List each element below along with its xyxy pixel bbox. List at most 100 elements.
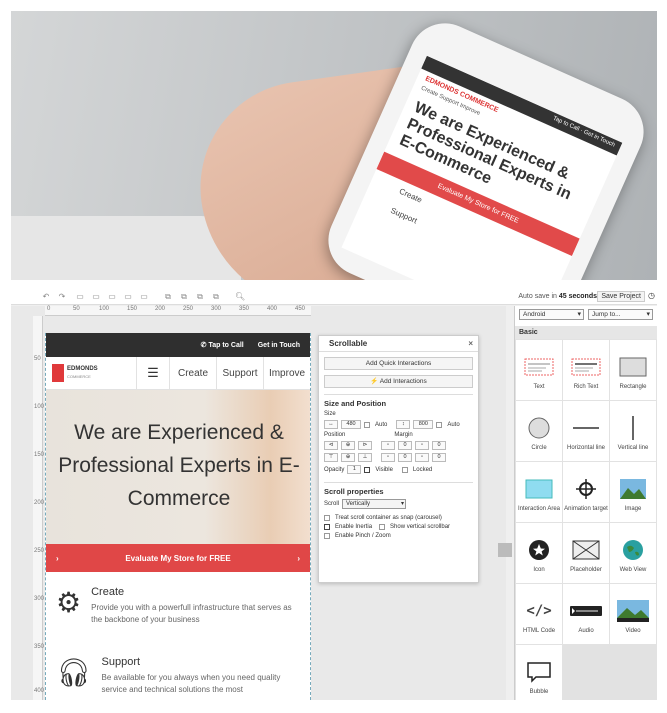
device-select[interactable]: Android	[519, 309, 584, 320]
component-interaction-area[interactable]: Interaction Area	[516, 462, 562, 522]
margin-top-input[interactable]: 0	[398, 441, 412, 450]
align-right-icon[interactable]: ⊳	[358, 441, 372, 450]
component-vertical-line[interactable]: Vertical line	[610, 401, 656, 461]
align-top-icon[interactable]: ⊤	[324, 453, 338, 462]
component-placeholder[interactable]: Placeholder	[563, 523, 609, 583]
component-rectangle[interactable]: Rectangle	[610, 340, 656, 400]
component-audio[interactable]: Audio	[563, 584, 609, 644]
add-quick-interactions-button[interactable]: Add Quick Interactions	[324, 357, 473, 370]
size-row: ↔ 480 Auto ↕ 800 Auto	[324, 420, 473, 429]
zoom-icon[interactable]: 🔍︎	[235, 292, 245, 302]
inertia-row: Enable Inertia Show vertical scrollbar	[324, 524, 473, 530]
size-position-heading: Size and Position	[324, 394, 473, 408]
nav-support[interactable]: Support	[217, 356, 264, 390]
opacity-input[interactable]: 1	[347, 465, 362, 474]
width-input[interactable]: 480	[341, 420, 361, 429]
tap-to-call-link[interactable]: ✆ Tap to Call	[201, 341, 244, 349]
panel-toggle-handle[interactable]	[498, 543, 512, 557]
history-icon[interactable]: ◷	[648, 291, 655, 300]
scroll-properties-heading: Scroll properties	[324, 482, 473, 496]
component-image[interactable]: Image	[610, 462, 656, 522]
text-icon	[524, 350, 554, 384]
component-label: Audio	[578, 627, 594, 634]
device-preview[interactable]: ✆ Tap to Call Get in Touch EDMONDS COMMER…	[45, 333, 311, 700]
visible-checkbox[interactable]	[364, 466, 371, 473]
component-icon[interactable]: Icon	[516, 523, 562, 583]
placeholder-icon	[572, 533, 600, 567]
group-icon[interactable]: ⧉	[163, 292, 173, 302]
hero-headline: We are Experienced & Professional Expert…	[58, 421, 300, 510]
component-animation-target[interactable]: Animation target	[563, 462, 609, 522]
site-hero: We are Experienced & Professional Expert…	[46, 390, 310, 544]
ruler-tick: 150	[127, 306, 138, 312]
show-scrollbar-checkbox[interactable]	[379, 524, 386, 530]
margin-right-input[interactable]: 0	[432, 441, 446, 450]
scroll-direction-select[interactable]: Vertically	[342, 499, 407, 509]
group-icon[interactable]: ⧉	[195, 292, 205, 302]
scroll-label: Scroll	[324, 501, 340, 507]
component-circle[interactable]: Circle	[516, 401, 562, 461]
locked-checkbox[interactable]	[401, 466, 408, 473]
component-label: Icon	[533, 566, 545, 573]
align-left-icon[interactable]: ⊲	[324, 441, 338, 450]
horizontal-line-icon	[572, 411, 600, 445]
component-bubble[interactable]: Bubble	[516, 645, 562, 700]
inertia-checkbox[interactable]	[324, 524, 330, 530]
ruler-tick: 100	[99, 306, 110, 312]
component-rich-text[interactable]: Rich Text	[563, 340, 609, 400]
site-logo[interactable]: EDMONDS COMMERCE	[52, 361, 124, 385]
editor-toolbar: ↶ ↷ ▭ ▭ ▭ ▭ ▭ ⧉ ⧉ ⧉ ⧉ 🔍︎ Auto save in 45…	[11, 289, 657, 305]
component-horizontal-line[interactable]: Horizontal line	[563, 401, 609, 461]
margin-bottom-input[interactable]: 0	[398, 453, 412, 462]
group-icon[interactable]: ⧉	[211, 292, 221, 302]
save-project-button[interactable]: Save Project	[597, 291, 645, 302]
auto-width-checkbox[interactable]	[364, 421, 370, 428]
ruler-tick: 400	[34, 688, 45, 694]
align-middle-icon[interactable]: ⊕	[341, 453, 355, 462]
component-html-code[interactable]: </> HTML Code	[516, 584, 562, 644]
undo-icon[interactable]: ↶	[41, 292, 51, 302]
nav-improve[interactable]: Improve	[264, 357, 310, 390]
auto-label: Auto	[447, 421, 460, 428]
auto-height-checkbox[interactable]	[436, 421, 443, 428]
component-text[interactable]: Text	[516, 340, 562, 400]
component-video[interactable]: Video	[610, 584, 656, 644]
feature-description: Provide you with a powerfull infrastruct…	[91, 603, 292, 624]
component-label: Placeholder	[570, 566, 602, 573]
nav-create[interactable]: Create	[170, 356, 217, 390]
circle-icon	[527, 411, 551, 445]
component-label: Rich Text	[573, 383, 599, 390]
align-center-icon[interactable]: ⊕	[341, 441, 355, 450]
align-icon[interactable]: ▭	[75, 292, 85, 302]
hamburger-menu-icon[interactable]: ☰	[136, 356, 170, 390]
jump-to-select[interactable]: Jump to...	[588, 309, 653, 320]
align-icon[interactable]: ▭	[107, 292, 117, 302]
group-icon[interactable]: ⧉	[179, 292, 189, 302]
add-interactions-button[interactable]: ⚡ Add Interactions	[324, 375, 473, 388]
ruler-tick: 50	[73, 306, 80, 312]
evaluate-store-button[interactable]: › Evaluate My Store for FREE ›	[46, 544, 310, 572]
component-label: Web View	[619, 566, 647, 573]
snap-row: Treat scroll container as snap (carousel…	[324, 515, 473, 521]
component-web-view[interactable]: Web View	[610, 523, 656, 583]
close-icon[interactable]: ×	[468, 339, 473, 348]
logo-text: EDMONDS COMMERCE	[67, 366, 98, 379]
align-icon[interactable]: ▭	[123, 292, 133, 302]
pinch-checkbox[interactable]	[324, 533, 330, 539]
get-in-touch-link[interactable]: Get in Touch	[258, 342, 300, 349]
component-label: Text	[533, 383, 545, 390]
redo-icon[interactable]: ↷	[57, 292, 67, 302]
snap-checkbox[interactable]	[324, 515, 330, 521]
interaction-area-icon	[525, 472, 553, 506]
align-icon[interactable]: ▭	[139, 292, 149, 302]
feature-title: Create	[91, 586, 125, 598]
align-bottom-icon[interactable]: ⊥	[358, 453, 372, 462]
opacity-label: Opacity	[324, 466, 345, 473]
audio-player-icon	[570, 594, 602, 628]
align-icon[interactable]: ▭	[91, 292, 101, 302]
logo-mark-icon	[52, 364, 64, 382]
component-label: Bubble	[529, 688, 549, 695]
margin-left-input[interactable]: 0	[432, 453, 446, 462]
height-input[interactable]: 800	[413, 420, 434, 429]
component-label: Animation target	[564, 505, 608, 512]
